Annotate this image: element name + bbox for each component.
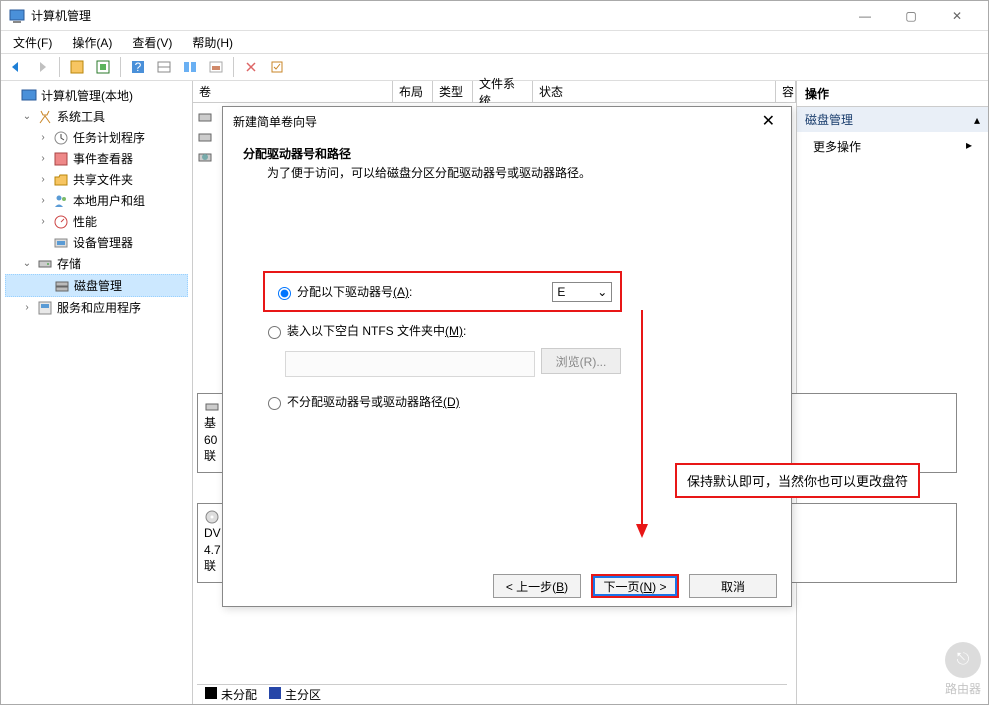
tree-storage[interactable]: ⌄存储 xyxy=(5,253,188,274)
col-capacity[interactable]: 容 xyxy=(776,81,796,102)
tree-disk-management[interactable]: 磁盘管理 xyxy=(5,274,188,297)
col-layout[interactable]: 布局 xyxy=(393,81,433,102)
option-assign-letter[interactable]: 分配以下驱动器号(A): xyxy=(273,283,412,300)
menu-help[interactable]: 帮助(H) xyxy=(188,32,237,53)
toolbar-icon-2[interactable] xyxy=(92,56,114,78)
col-volume[interactable]: 卷 xyxy=(193,81,393,102)
volume-list-header: 卷 布局 类型 文件系统 状态 容 xyxy=(193,81,796,103)
legend: 未分配 主分区 xyxy=(197,684,787,704)
next-button-wizard[interactable]: 下一页(N) > xyxy=(591,574,679,598)
radio-no-letter[interactable] xyxy=(268,397,281,410)
mount-path-input xyxy=(285,351,535,377)
option-no-letter[interactable]: 不分配驱动器号或驱动器路径(D) xyxy=(263,393,751,410)
volume-icon xyxy=(197,129,213,145)
close-button[interactable]: ✕ xyxy=(934,1,980,31)
col-fs[interactable]: 文件系统 xyxy=(473,81,533,102)
tree-local-users[interactable]: ›本地用户和组 xyxy=(5,190,188,211)
radio-assign-letter[interactable] xyxy=(278,287,291,300)
toolbar-icon-1[interactable] xyxy=(66,56,88,78)
option-mount-folder[interactable]: 装入以下空白 NTFS 文件夹中(M): xyxy=(263,322,751,339)
tree-shared-folders[interactable]: ›共享文件夹 xyxy=(5,169,188,190)
new-volume-wizard: 新建简单卷向导 ✕ 分配驱动器号和路径 为了便于访问，可以给磁盘分区分配驱动器号… xyxy=(222,106,792,607)
watermark-icon: ⎋ xyxy=(945,642,981,678)
menubar: 文件(F) 操作(A) 查看(V) 帮助(H) xyxy=(1,31,988,53)
actions-header: 操作 xyxy=(797,81,988,107)
wizard-heading: 分配驱动器号和路径 xyxy=(243,145,771,164)
volume-icon xyxy=(197,109,213,125)
wizard-close-button[interactable]: ✕ xyxy=(756,111,781,131)
radio-mount-folder[interactable] xyxy=(268,326,281,339)
tree-root[interactable]: 计算机管理(本地) xyxy=(5,85,188,106)
col-status[interactable]: 状态 xyxy=(533,81,776,102)
wizard-subheading: 为了便于访问，可以给磁盘分区分配驱动器号或驱动器路径。 xyxy=(243,164,771,181)
actions-more[interactable]: 更多操作▸ xyxy=(797,132,988,161)
titlebar: 计算机管理 — ▢ ✕ xyxy=(1,1,988,31)
col-type[interactable]: 类型 xyxy=(433,81,473,102)
back-button-wizard[interactable]: < 上一步(B) xyxy=(493,574,581,598)
svg-text:?: ? xyxy=(135,60,142,74)
actions-disk-mgmt[interactable]: 磁盘管理▴ xyxy=(797,107,988,132)
tree-task-scheduler[interactable]: ›任务计划程序 xyxy=(5,127,188,148)
minimize-button[interactable]: — xyxy=(842,1,888,31)
toolbar-icon-6[interactable] xyxy=(240,56,262,78)
wizard-title-text: 新建简单卷向导 xyxy=(233,113,317,130)
browse-button: 浏览(R)... xyxy=(541,348,621,374)
wizard-body: 分配以下驱动器号(A): E ⌄ 装入以下空白 NTFS 文件夹中(M): 浏览… xyxy=(223,191,791,566)
tree-performance[interactable]: ›性能 xyxy=(5,211,188,232)
maximize-button[interactable]: ▢ xyxy=(888,1,934,31)
menu-view[interactable]: 查看(V) xyxy=(128,32,176,53)
menu-action[interactable]: 操作(A) xyxy=(68,32,116,53)
navigation-tree[interactable]: 计算机管理(本地) ⌄系统工具 ›任务计划程序 ›事件查看器 ›共享文件夹 ›本… xyxy=(1,81,193,704)
help-icon[interactable]: ? xyxy=(127,56,149,78)
drive-letter-select[interactable]: E ⌄ xyxy=(552,282,612,302)
wizard-footer: < 上一步(B) 下一页(N) > 取消 xyxy=(223,566,791,606)
toolbar-icon-4[interactable] xyxy=(179,56,201,78)
cancel-button-wizard[interactable]: 取消 xyxy=(689,574,777,598)
app-icon xyxy=(9,8,25,24)
tree-device-manager[interactable]: 设备管理器 xyxy=(5,232,188,253)
tree-system-tools[interactable]: ⌄系统工具 xyxy=(5,106,188,127)
tree-services[interactable]: ›服务和应用程序 xyxy=(5,297,188,318)
tree-event-viewer[interactable]: ›事件查看器 xyxy=(5,148,188,169)
window-title: 计算机管理 xyxy=(31,7,842,24)
volume-icon xyxy=(197,149,213,165)
wizard-header: 分配驱动器号和路径 为了便于访问，可以给磁盘分区分配驱动器号或驱动器路径。 xyxy=(223,135,791,191)
toolbar-icon-7[interactable] xyxy=(266,56,288,78)
chevron-down-icon: ⌄ xyxy=(597,285,607,299)
forward-button[interactable] xyxy=(31,56,53,78)
assign-drive-highlight: 分配以下驱动器号(A): E ⌄ xyxy=(263,271,622,312)
menu-file[interactable]: 文件(F) xyxy=(9,32,56,53)
annotation-box: 保持默认即可，当然你也可以更改盘符 xyxy=(675,463,920,498)
toolbar-icon-5[interactable] xyxy=(205,56,227,78)
back-button[interactable] xyxy=(5,56,27,78)
wizard-titlebar: 新建简单卷向导 ✕ xyxy=(223,107,791,135)
toolbar-icon-3[interactable] xyxy=(153,56,175,78)
watermark: ⎋ 路由器 xyxy=(945,642,981,697)
